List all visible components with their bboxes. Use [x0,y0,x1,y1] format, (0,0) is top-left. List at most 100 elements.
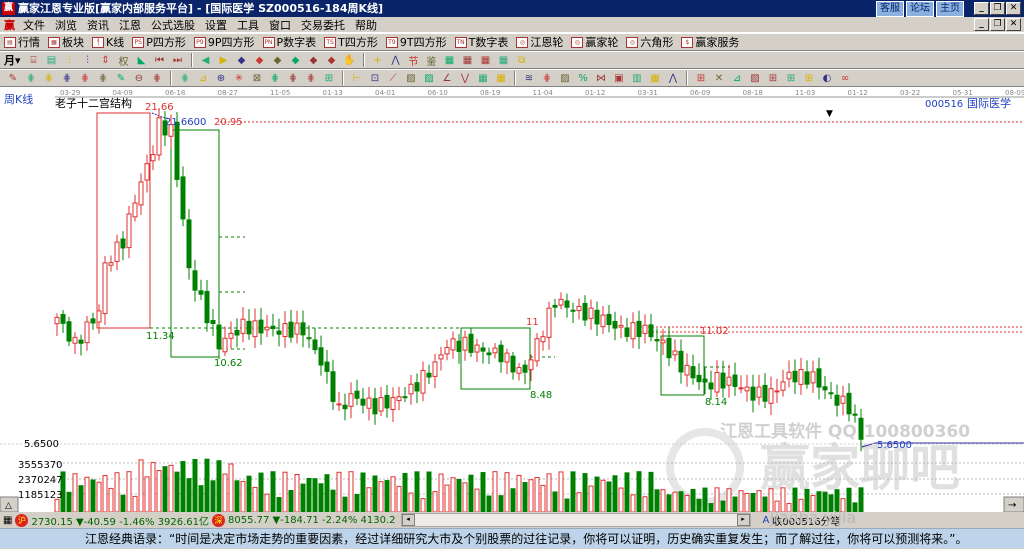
toolbar3-tool-icon[interactable]: ⊿ [730,71,744,85]
toolbar2-tool-icon[interactable]: ⫶ [81,53,95,67]
horizontal-scrollbar[interactable]: ◂ ▸ [400,513,751,527]
chart-panel[interactable]: 03-29 04-09 06-18 08-27 11-05 01-13 04-01 06-10… [0,87,1024,512]
minimize-button[interactable]: _ [974,2,989,15]
scroll-left-button[interactable]: ◂ [401,514,415,526]
close-button[interactable]: ✕ [1006,2,1021,15]
toolbar3-tool-icon[interactable]: ✕ [712,71,726,85]
toolbar3-tool-icon[interactable]: ✎ [6,71,20,85]
toolbar3-tool-icon[interactable]: ▨ [558,71,572,85]
menu-file[interactable]: 文件 [18,17,50,33]
toolbar2-tool-icon[interactable]: + [371,53,385,67]
toolbar2-tool-icon[interactable]: ▦ [443,53,457,67]
toolbar2-tool-icon[interactable]: ⧉ [515,53,529,67]
sh-index-icon[interactable]: 沪 [15,513,29,527]
toolbar-button-hexagon[interactable]: ◎ 六角形 [626,34,673,50]
toolbar3-tool-icon[interactable]: ⊞ [694,71,708,85]
toolbar2-tool-icon[interactable]: ◣ [135,53,149,67]
toolbar2-tool-icon[interactable]: ◆ [307,53,321,67]
scroll-right-arrow[interactable]: ▸ [736,514,750,526]
toolbar3-tool-icon[interactable]: ∠ [440,71,454,85]
toolbar3-tool-icon[interactable]: ⋕ [78,71,92,85]
toolbar3-tool-icon[interactable]: ⋕ [150,71,164,85]
toolbar3-tool-icon[interactable]: ▦ [648,71,662,85]
toolbar2-tool-icon[interactable]: ▦ [461,53,475,67]
toolbar3-tool-icon[interactable]: ⋕ [268,71,282,85]
menu-help[interactable]: 帮助 [350,17,382,33]
toolbar-button-ps[interactable]: PS P四方形 [132,34,186,50]
toolbar-button-tn[interactable]: TN T数字表 [454,34,508,50]
toolbar3-tool-icon[interactable]: ⋀ [666,71,680,85]
kline-chart[interactable]: 03-29 04-09 06-18 08-27 11-05 01-13 04-01 06-10… [0,87,1024,512]
toolbar3-tool-icon[interactable]: ⊿ [196,71,210,85]
toolbar3-tool-icon[interactable]: ⊢ [350,71,364,85]
toolbar2-tool-icon[interactable]: 鉴 [425,53,439,68]
toolbar-button-quote[interactable]: ▤ 行情 [4,34,40,50]
menu-gann[interactable]: 江恩 [114,17,146,33]
toolbar-button-sector[interactable]: ▦ 板块 [48,34,84,50]
toolbar3-tool-icon[interactable]: ⋕ [42,71,56,85]
toolbar3-tool-icon[interactable]: ⊡ [368,71,382,85]
toolbar3-tool-icon[interactable]: ⋕ [304,71,318,85]
toolbar2-tool-icon[interactable]: ▦ [479,53,493,67]
toolbar2-tool-icon[interactable]: ▦ [497,53,511,67]
toolbar2-tool-icon[interactable]: ▤ [45,53,59,67]
menu-window[interactable]: 窗口 [264,17,296,33]
toolbar2-tool-icon[interactable]: ◆ [253,53,267,67]
toolbar2-tool-icon[interactable]: ⌸ [27,53,41,67]
toolbar-button-p9[interactable]: P9 9P四方形 [193,34,255,50]
toolbar3-tool-icon[interactable]: ⊠ [250,71,264,85]
restore-button[interactable]: ❐ [990,2,1005,15]
toolbar3-tool-icon[interactable]: ▨ [404,71,418,85]
toolbar3-tool-icon[interactable]: ✳ [232,71,246,85]
tick-data-label[interactable]: 收000516分笔 [772,513,840,528]
toolbar3-tool-icon[interactable]: ▥ [630,71,644,85]
menu-trade[interactable]: 交易委托 [296,17,350,33]
toolbar-button-ts[interactable]: TS T四方形 [324,34,378,50]
sz-index-icon[interactable]: 深 [212,513,225,527]
toolbar3-tool-icon[interactable]: ⋕ [24,71,38,85]
menu-formula[interactable]: 公式选股 [146,17,200,33]
link-forum[interactable]: 论坛 [906,1,934,17]
toolbar3-tool-icon[interactable]: ∞ [838,71,852,85]
toolbar3-tool-icon[interactable]: ⋕ [60,71,74,85]
menu-browse[interactable]: 浏览 [50,17,82,33]
toolbar2-tool-icon[interactable]: ◆ [325,53,339,67]
toolbar3-tool-icon[interactable]: % [576,71,590,85]
tick-data-icon[interactable]: A [763,515,770,526]
toolbar3-tool-icon[interactable]: ✎ [114,71,128,85]
toolbar2-tool-icon[interactable]: ⫶ [63,53,77,67]
child-minimize-button[interactable]: _ [974,18,989,31]
toolbar2-tool-icon[interactable]: ⇕ [99,53,113,67]
toolbar3-tool-icon[interactable]: ⋕ [96,71,110,85]
toolbar2-tool-icon[interactable]: ✋ [343,53,357,67]
toolbar3-tool-icon[interactable]: ⋕ [178,71,192,85]
toolbar2-tool-icon[interactable]: ◀ [199,53,213,67]
toolbar2-tool-icon[interactable]: ⏭ [171,53,185,67]
toolbar3-tool-icon[interactable]: ⊕ [214,71,228,85]
child-restore-button[interactable]: ❐ [990,18,1005,31]
toolbar2-tool-icon[interactable]: ◆ [271,53,285,67]
toolbar3-tool-icon[interactable]: ⊖ [132,71,146,85]
toolbar3-tool-icon[interactable]: ▦ [494,71,508,85]
toolbar3-tool-icon[interactable]: ◐ [820,71,834,85]
toolbar-button-winner-wheel[interactable]: ◎ 赢家轮 [571,34,618,50]
toolbar-button-kline[interactable]: ╿ K线 [92,34,124,50]
toolbar-button-gann-wheel[interactable]: ◎ 江恩轮 [516,34,563,50]
calculator-icon[interactable]: ▦ [3,515,12,526]
toolbar2-tool-icon[interactable]: ◆ [289,53,303,67]
toolbar3-tool-icon[interactable]: ⋈ [594,71,608,85]
toolbar3-tool-icon[interactable]: ⊞ [766,71,780,85]
toolbar2-tool-icon[interactable]: 节 [407,53,421,68]
menu-news[interactable]: 资讯 [82,17,114,33]
link-customer-service[interactable]: 客服 [876,1,904,17]
toolbar3-tool-icon[interactable]: ▨ [748,71,762,85]
dropdown-arrow-icon[interactable]: ▼ [826,109,833,119]
toolbar3-tool-icon[interactable]: ▦ [476,71,490,85]
toolbar-button-service[interactable]: $ 赢家服务 [681,34,739,50]
toolbar-button-pn[interactable]: PN P数字表 [262,34,316,50]
toolbar3-tool-icon[interactable]: ▨ [422,71,436,85]
toolbar3-tool-icon[interactable]: ⊞ [784,71,798,85]
toolbar2-tool-icon[interactable]: ⋀ [389,53,403,67]
toolbar3-tool-icon[interactable]: ⋁ [458,71,472,85]
toolbar2-tool-icon[interactable]: ▶ [217,53,231,67]
